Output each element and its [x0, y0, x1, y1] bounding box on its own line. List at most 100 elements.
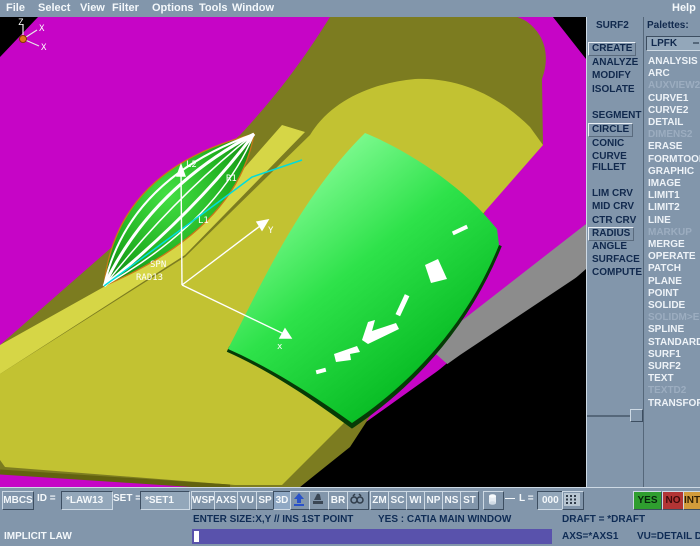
ns-button[interactable]: NS [442, 491, 461, 510]
label-rad13: RAD13 [136, 273, 163, 283]
surf2-item-circle[interactable]: CIRCLE [588, 123, 633, 137]
palette-item[interactable]: DETAIL [648, 117, 700, 129]
label-l2: L2 [186, 160, 197, 170]
menu-help[interactable]: Help [672, 2, 696, 14]
surf2-item-segment[interactable]: SEGMENT [592, 110, 641, 122]
palette-item[interactable]: POINT [648, 288, 700, 300]
command-input[interactable] [192, 529, 552, 544]
menu-window[interactable]: Window [232, 2, 274, 14]
surf2-item-surface[interactable]: SURFACE [592, 254, 640, 266]
menu-view[interactable]: View [80, 2, 105, 14]
zm-button[interactable]: ZM [370, 491, 389, 510]
palette-item[interactable]: SOLIDM>E [648, 312, 700, 324]
palette-item[interactable]: TEXTD2 [648, 385, 700, 397]
keypad-icon[interactable] [562, 491, 584, 510]
palette-list: ANALYSIS ARC AUXVIEW2 CURVE1 CURVE2 DETA… [648, 56, 700, 410]
vu-button[interactable]: VU [237, 491, 257, 510]
label-l1: L1 [198, 216, 209, 226]
surf2-item-lim-crv[interactable]: LIM CRV [592, 188, 633, 200]
palette-item[interactable]: LIMIT1 [648, 190, 700, 202]
id-field[interactable]: *LAW13 [61, 491, 113, 510]
palette-item[interactable]: MERGE [648, 239, 700, 251]
menu-tools[interactable]: Tools [199, 2, 228, 14]
menu-file[interactable]: File [6, 2, 25, 14]
3d-button[interactable]: 3D [273, 491, 291, 510]
palette-item[interactable]: SPLINE [648, 324, 700, 336]
surf2-item-radius[interactable]: RADIUS [588, 227, 634, 241]
sp-button[interactable]: SP [256, 491, 274, 510]
wi-button[interactable]: WI [406, 491, 425, 510]
palette-item[interactable]: SOLIDE [648, 300, 700, 312]
axis-x-label: x [277, 342, 283, 352]
surf2-item-ctr-crv[interactable]: CTR CRV [592, 215, 636, 227]
draft-status: DRAFT = *DRAFT [562, 514, 645, 525]
menu-bar: File Select View Filter Options Tools Wi… [0, 0, 700, 18]
yes-button[interactable]: YES [633, 491, 662, 510]
wsp-button[interactable]: WSP [191, 491, 215, 510]
surf2-item-mid-crv[interactable]: MID CRV [592, 201, 634, 213]
palette-item[interactable]: IMAGE [648, 178, 700, 190]
palette-item[interactable]: SURF1 [648, 349, 700, 361]
stamp-icon[interactable] [309, 491, 329, 510]
surf2-item-modify[interactable]: MODIFY [592, 70, 631, 82]
no-button[interactable]: NO [662, 491, 684, 510]
palette-resize-handle[interactable] [630, 409, 643, 422]
int-button[interactable]: INT [683, 491, 700, 510]
palette-item[interactable]: DIMENS2 [648, 129, 700, 141]
axis-y-label: Y [268, 226, 274, 236]
palette-item[interactable]: OPERATE [648, 251, 700, 263]
palette-item[interactable]: ANALYSIS [648, 56, 700, 68]
palette-item[interactable]: CURVE2 [648, 105, 700, 117]
st-button[interactable]: ST [460, 491, 479, 510]
palette-item[interactable]: TEXT [648, 373, 700, 385]
palette-item[interactable]: FORMTOOL [648, 154, 700, 166]
palette-item[interactable]: ARC [648, 68, 700, 80]
command-row: IMPLICIT LAW AXS=*AXS1 VU=DETAIL D [0, 527, 700, 546]
surf2-item-isolate[interactable]: ISOLATE [592, 84, 635, 96]
exit-icon[interactable] [290, 491, 310, 510]
surf2-item-compute[interactable]: COMPUTE [592, 267, 642, 279]
prompt-text: ENTER SIZE:X,Y // INS 1ST POINT [193, 514, 353, 525]
dropdown-dash-icon [693, 42, 699, 44]
cylinder-icon[interactable] [483, 491, 504, 510]
palette-item[interactable]: TRANSFOR [648, 398, 700, 410]
menu-filter[interactable]: Filter [112, 2, 139, 14]
label-r1: R1 [226, 174, 237, 184]
palette-item[interactable]: PATCH [648, 263, 700, 275]
binoculars-icon[interactable] [347, 491, 369, 510]
menu-select[interactable]: Select [38, 2, 70, 14]
surf2-item-conic[interactable]: CONIC [592, 138, 624, 150]
palette-item[interactable]: SURF2 [648, 361, 700, 373]
menu-options[interactable]: Options [152, 2, 194, 14]
text-cursor [194, 531, 199, 542]
palette-item[interactable]: GRAPHIC [648, 166, 700, 178]
palette-selector[interactable]: LPFK [646, 36, 700, 51]
axs-button[interactable]: AXS [214, 491, 238, 510]
viewport-canvas[interactable]: Y x L2 R1 L1 SPN RAD13 Z X X [0, 17, 586, 487]
surf2-item-analyze[interactable]: ANALYZE [592, 57, 638, 69]
mbcs-button[interactable]: MBCS [2, 491, 34, 510]
bottom-toolbar: MBCS ID = *LAW13 SET = *SET1 WSP AXS VU … [0, 487, 700, 514]
palette-item[interactable]: LINE [648, 215, 700, 227]
palette-item[interactable]: STANDARD [648, 337, 700, 349]
np-button[interactable]: NP [424, 491, 443, 510]
palette-item[interactable]: MARKUP [648, 227, 700, 239]
palette-item[interactable]: AUXVIEW2 [648, 80, 700, 92]
l-label: L = [519, 493, 534, 504]
surf2-item-create[interactable]: CREATE [588, 42, 636, 56]
prompt-row: ENTER SIZE:X,Y // INS 1ST POINT YES : CA… [0, 513, 700, 527]
br-button[interactable]: BR [328, 491, 348, 510]
sc-button[interactable]: SC [388, 491, 407, 510]
palette-item[interactable]: PLANE [648, 276, 700, 288]
surf2-item-angle[interactable]: ANGLE [592, 241, 627, 253]
axs-status: AXS=*AXS1 [562, 531, 618, 542]
palette-item[interactable]: CURVE1 [648, 93, 700, 105]
minus-separator: — [505, 493, 515, 504]
surf2-item-fillet[interactable]: FILLET [592, 162, 626, 174]
side-panel: SURF2 CREATE ANALYZE MODIFY ISOLATE SEGM… [586, 17, 700, 487]
set-field[interactable]: *SET1 [140, 491, 190, 510]
palette-item[interactable]: LIMIT2 [648, 202, 700, 214]
l-field[interactable]: 000 [537, 491, 563, 510]
palette-item[interactable]: ERASE [648, 141, 700, 153]
catia-window: File Select View Filter Options Tools Wi… [0, 0, 700, 546]
